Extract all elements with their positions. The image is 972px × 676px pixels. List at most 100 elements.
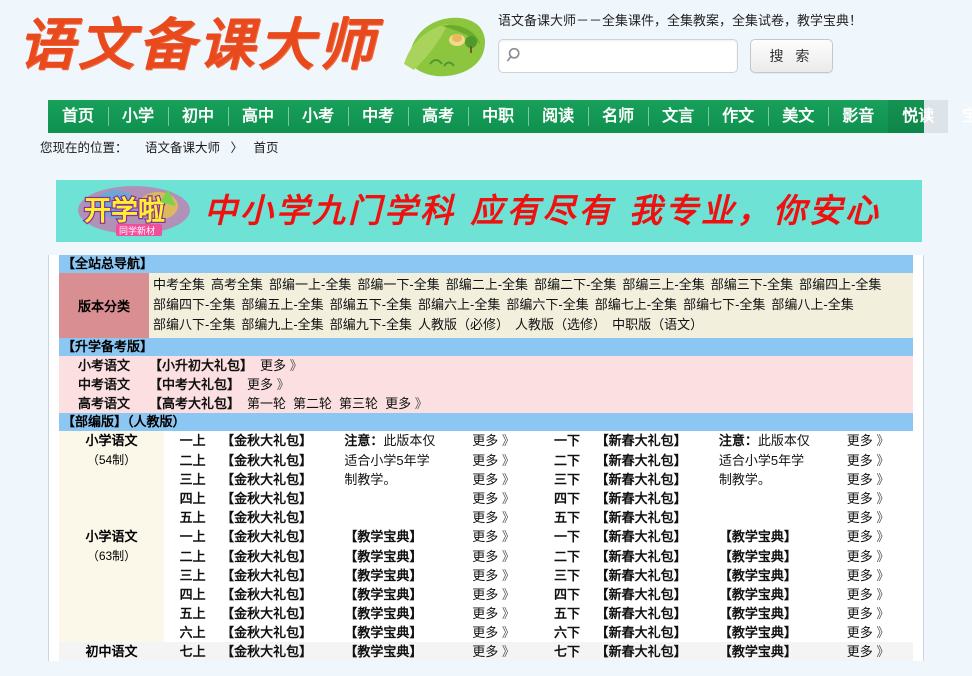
gift-package-left[interactable]: 【金秋大礼包】 (221, 527, 344, 546)
version-link[interactable]: 人教版（选修） (515, 317, 606, 332)
nav-item-16[interactable]: 宝典 (948, 100, 972, 133)
term-right[interactable]: 一下 (538, 431, 595, 450)
version-link[interactable]: 部编五下-全集 (330, 297, 412, 312)
teaching-treasure-right-link[interactable]: 【教学宝典】 (719, 625, 797, 640)
term-left[interactable]: 六上 (164, 623, 221, 642)
term-right-link[interactable]: 七下 (554, 644, 580, 659)
term-right[interactable]: 二下 (538, 450, 595, 470)
term-left[interactable]: 四上 (164, 585, 221, 604)
version-link[interactable]: 部编二下-全集 (534, 277, 616, 292)
term-right[interactable]: 一下 (538, 527, 595, 546)
term-right[interactable]: 三下 (538, 566, 595, 585)
term-left[interactable]: 一上 (164, 431, 221, 450)
gift-package-left-link[interactable]: 【金秋大礼包】 (221, 491, 312, 506)
teaching-treasure-right[interactable]: 【教学宝典】 (719, 585, 847, 604)
term-left-link[interactable]: 三上 (180, 568, 206, 583)
term-right[interactable]: 三下 (538, 470, 595, 489)
gift-package-right[interactable]: 【新春大礼包】 (596, 450, 719, 470)
more-link[interactable]: 更多 (847, 453, 873, 468)
version-link[interactable]: 部编三下-全集 (711, 277, 793, 292)
search-button[interactable]: 搜 索 (750, 39, 833, 73)
more-link[interactable]: 更多 (472, 568, 498, 583)
term-right-link[interactable]: 一下 (554, 433, 580, 448)
teaching-treasure-right[interactable]: 【教学宝典】 (718, 642, 847, 661)
term-right-link[interactable]: 四下 (554, 587, 580, 602)
teaching-treasure-right[interactable]: 【教学宝典】 (719, 604, 847, 623)
more-link[interactable]: 更多 (847, 644, 873, 659)
teaching-treasure-left[interactable]: 【教学宝典】 (344, 566, 472, 585)
term-left-link[interactable]: 六上 (180, 625, 206, 640)
nav-item-2[interactable]: 小学 (108, 100, 168, 133)
nav-item-14[interactable]: 影音 (828, 100, 888, 133)
term-left-link[interactable]: 四上 (180, 587, 206, 602)
gift-package-left-link[interactable]: 【金秋大礼包】 (221, 568, 312, 583)
term-left-link[interactable]: 五上 (180, 606, 206, 621)
term-left-link[interactable]: 三上 (180, 472, 206, 487)
more-link[interactable]: 更多 (847, 510, 873, 525)
version-link[interactable]: 部编八下-全集 (153, 317, 235, 332)
term-left-link[interactable]: 一上 (180, 433, 206, 448)
more-link[interactable]: 更多 (472, 510, 498, 525)
gift-package-right[interactable]: 【新春大礼包】 (596, 489, 719, 508)
more-link[interactable]: 更多 (247, 377, 273, 392)
more-link[interactable]: 更多 (847, 625, 873, 640)
nav-item-11[interactable]: 文言 (648, 100, 708, 133)
more-link[interactable]: 更多 (472, 529, 498, 544)
gift-package-right-link[interactable]: 【新春大礼包】 (596, 644, 687, 659)
gift-package-right[interactable]: 【新春大礼包】 (595, 642, 719, 661)
more-link[interactable]: 更多 (847, 472, 873, 487)
teaching-treasure-left-link[interactable]: 【教学宝典】 (344, 606, 422, 621)
more-link[interactable]: 更多 (385, 396, 411, 411)
nav-item-13[interactable]: 美文 (768, 100, 828, 133)
more-link[interactable]: 更多 (472, 433, 498, 448)
version-link[interactable]: 部编二上-全集 (446, 277, 528, 292)
more-link[interactable]: 更多 (847, 568, 873, 583)
gift-package-link[interactable]: 【小升初大礼包】 (149, 358, 253, 373)
gift-package-left[interactable]: 【金秋大礼包】 (221, 450, 344, 470)
nav-item-5[interactable]: 小考 (288, 100, 348, 133)
breadcrumb-root[interactable]: 语文备课大师 (145, 141, 220, 155)
gift-package-right-link[interactable]: 【新春大礼包】 (596, 510, 687, 525)
more-link[interactable]: 更多 (260, 358, 286, 373)
nav-item-7[interactable]: 高考 (408, 100, 468, 133)
term-left[interactable]: 二上 (164, 450, 221, 470)
gift-package-right-link[interactable]: 【新春大礼包】 (596, 453, 687, 468)
gift-package-left-link[interactable]: 【金秋大礼包】 (221, 587, 312, 602)
version-link[interactable]: 中考全集 (153, 277, 205, 292)
round-link[interactable]: 第一轮 (247, 396, 286, 411)
term-right[interactable]: 五下 (538, 508, 595, 527)
round-link[interactable]: 第三轮 (339, 396, 378, 411)
version-link[interactable]: 部编九下-全集 (330, 317, 412, 332)
version-link[interactable]: 部编七下-全集 (683, 297, 765, 312)
gift-package-right[interactable]: 【新春大礼包】 (596, 431, 719, 450)
nav-item-4[interactable]: 高中 (228, 100, 288, 133)
gift-package-left-link[interactable]: 【金秋大礼包】 (221, 472, 312, 487)
round-link[interactable]: 第二轮 (293, 396, 332, 411)
more-link[interactable]: 更多 (472, 644, 498, 659)
term-right-link[interactable]: 三下 (554, 472, 580, 487)
gift-package-left[interactable]: 【金秋大礼包】 (221, 604, 344, 623)
version-link[interactable]: 部编八上-全集 (771, 297, 853, 312)
version-link[interactable]: 人教版（必修） (418, 317, 509, 332)
gift-package-left-link[interactable]: 【金秋大礼包】 (221, 625, 312, 640)
term-right[interactable]: 四下 (538, 489, 595, 508)
teaching-treasure-right[interactable]: 【教学宝典】 (719, 566, 847, 585)
term-right-link[interactable]: 四下 (554, 491, 580, 506)
term-right-link[interactable]: 三下 (554, 568, 580, 583)
teaching-treasure-right-link[interactable]: 【教学宝典】 (719, 529, 797, 544)
nav-item-8[interactable]: 中职 (468, 100, 528, 133)
search-input[interactable] (527, 41, 727, 71)
gift-package-left[interactable]: 【金秋大礼包】 (221, 508, 344, 527)
term-left-link[interactable]: 二上 (180, 549, 206, 564)
version-link[interactable]: 部编六下-全集 (506, 297, 588, 312)
gift-package-link[interactable]: 【中考大礼包】 (149, 377, 240, 392)
more-link[interactable]: 更多 (472, 491, 498, 506)
more-link[interactable]: 更多 (847, 491, 873, 506)
term-left[interactable]: 一上 (164, 527, 221, 546)
nav-item-10[interactable]: 名师 (588, 100, 648, 133)
term-right[interactable]: 四下 (538, 585, 595, 604)
gift-package-right-link[interactable]: 【新春大礼包】 (596, 549, 687, 564)
teaching-treasure-left[interactable]: 【教学宝典】 (344, 623, 472, 642)
teaching-treasure-right-link[interactable]: 【教学宝典】 (719, 568, 797, 583)
gift-package-right-link[interactable]: 【新春大礼包】 (596, 472, 687, 487)
